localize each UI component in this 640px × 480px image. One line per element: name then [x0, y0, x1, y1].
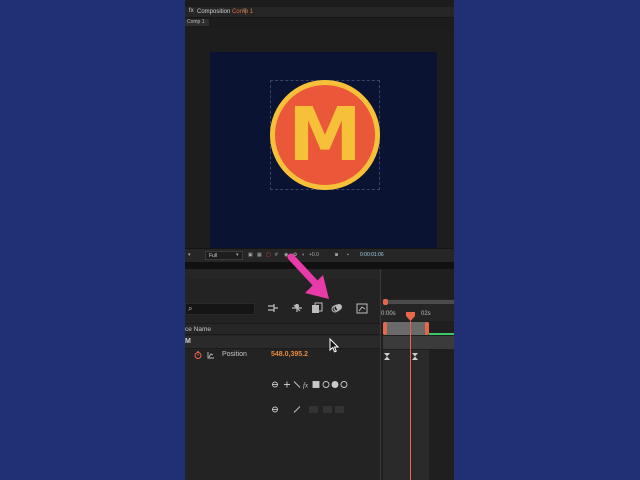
keyframe-icon[interactable] — [412, 353, 418, 360]
snapshot-icon[interactable]: ◙ — [335, 252, 338, 258]
cursor-icon — [329, 338, 339, 353]
layer-track[interactable] — [383, 336, 454, 349]
position-property-row[interactable]: Position 548.0,395.2 — [185, 350, 380, 362]
layer-switches-header: fx — [272, 381, 348, 390]
resolution-dropdown[interactable]: Full ▾ — [205, 251, 243, 260]
composition-panel: fx Composition Comp 1 ≡ Comp 1 M ▾ Full … — [185, 0, 454, 262]
layer-column-header: ce Name fx — [185, 323, 380, 389]
playhead-line[interactable] — [410, 321, 411, 480]
comp-flowchart-icon[interactable] — [267, 302, 279, 314]
logo-badge[interactable]: M — [270, 80, 380, 190]
transparency-grid-icon[interactable]: ▦ — [257, 252, 262, 258]
composition-tab-text: Composition — [197, 9, 231, 15]
layer-row[interactable]: M — [185, 336, 380, 413]
property-name: Position — [222, 351, 247, 358]
property-graph-icon[interactable] — [207, 351, 215, 359]
composition-tab-icon: fx — [189, 8, 194, 14]
after-effects-window: fx Composition Comp 1 ≡ Comp 1 M ▾ Full … — [185, 0, 454, 480]
svg-text:fx: fx — [303, 382, 309, 390]
layer-name[interactable]: M — [185, 338, 191, 345]
search-icon: ⌕ — [188, 304, 193, 313]
property-track[interactable] — [383, 350, 429, 480]
timeline-graph-area[interactable]: 0:00s 02s — [380, 269, 454, 480]
resolution-label: Full — [209, 253, 218, 259]
position-value[interactable]: 548.0,395.2 — [271, 351, 308, 358]
ruler-start-label: 0:00s — [381, 311, 396, 317]
comp-breadcrumb-tab[interactable]: Comp 1 — [185, 19, 209, 26]
panel-menu-icon[interactable]: ≡ — [243, 8, 247, 14]
layer-duration-bar[interactable] — [383, 322, 429, 335]
logo-letter: M — [288, 92, 362, 178]
composition-tab-bar[interactable]: fx Composition Comp 1 ≡ — [185, 7, 454, 18]
comp-breadcrumb-label: Comp 1 — [187, 19, 205, 25]
pointer-arrow-icon — [287, 253, 329, 299]
stopwatch-icon[interactable] — [194, 351, 202, 359]
graph-editor-icon[interactable] — [356, 302, 368, 314]
keyframe-icon[interactable] — [384, 353, 390, 360]
chevron-down-icon: ▾ — [236, 252, 239, 258]
region-of-interest-icon[interactable]: ▣ — [248, 252, 253, 258]
logo-inner-circle: M — [275, 85, 375, 185]
playhead-handle[interactable] — [406, 312, 415, 321]
work-area-start-handle[interactable] — [383, 299, 388, 305]
composition-viewer[interactable]: M — [185, 28, 454, 248]
current-time-display[interactable]: 0:00:01:06 — [360, 252, 384, 258]
composition-canvas[interactable]: M — [210, 52, 437, 248]
render-cache-indicator — [429, 333, 454, 335]
mask-visibility-icon[interactable]: ▢ — [266, 252, 271, 258]
ruler-mark-label: 02s — [421, 311, 431, 317]
show-snapshot-icon[interactable]: ▪ — [347, 252, 349, 258]
time-ruler[interactable]: 0:00s 02s — [381, 299, 454, 321]
work-area-bar[interactable] — [383, 299, 454, 305]
screen-background: fx Composition Comp 1 ≡ Comp 1 M ▾ Full … — [0, 0, 640, 480]
source-name-column[interactable]: ce Name — [185, 326, 211, 333]
magnification-dropdown-icon[interactable]: ▾ — [188, 252, 191, 258]
guides-icon[interactable]: # — [275, 252, 278, 258]
layer-in-point-handle[interactable] — [383, 322, 387, 335]
layer-search-input[interactable]: ⌕ — [185, 303, 255, 315]
layer-switches[interactable] — [271, 405, 361, 414]
